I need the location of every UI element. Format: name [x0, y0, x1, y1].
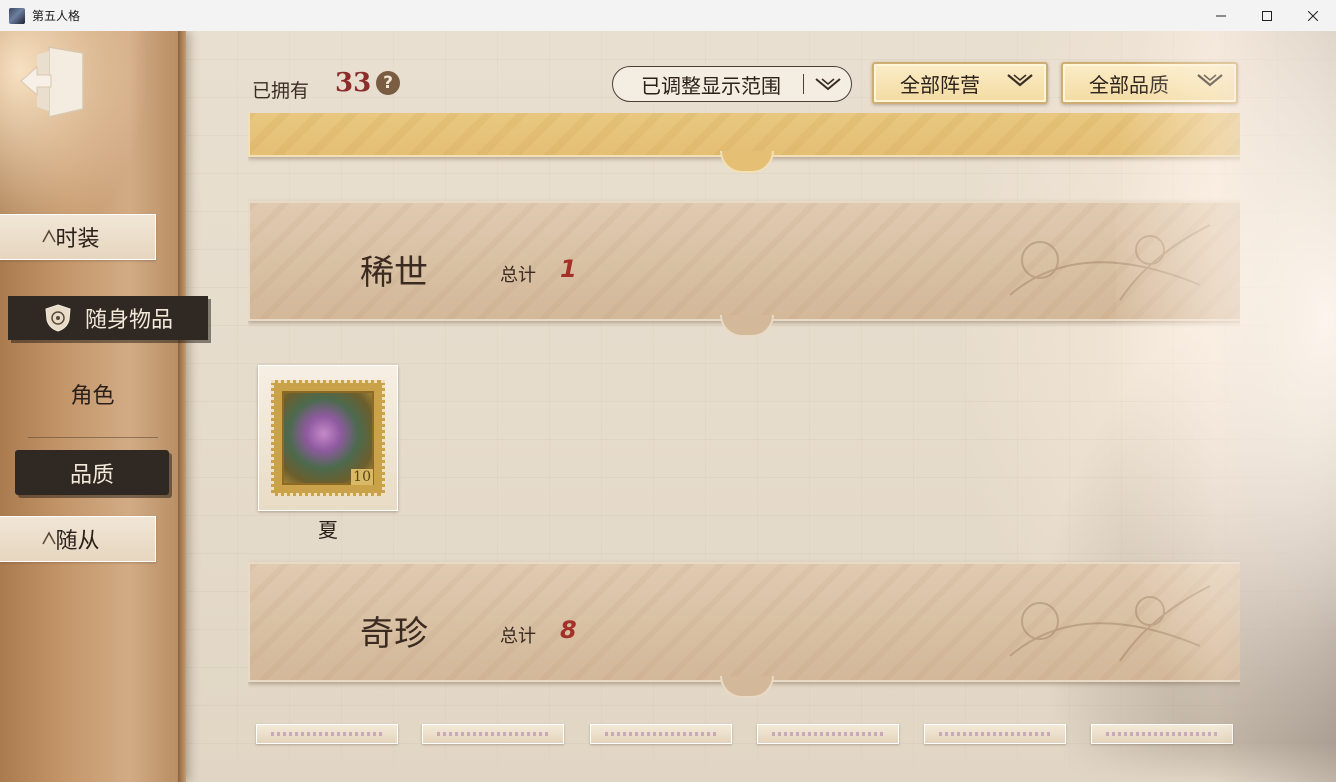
item-card-peek[interactable] — [757, 724, 899, 744]
exit-door-icon — [20, 46, 84, 117]
shield-emblem-icon — [45, 304, 71, 332]
sidebar: 时装 随身物品 角色 品质 随从 — [0, 31, 208, 782]
tab-label: 时装 — [55, 227, 100, 252]
faction-filter-label: 全部阵营 — [900, 72, 980, 97]
minimize-icon — [1216, 15, 1226, 16]
range-filter-dropdown[interactable]: 已调整显示范围 — [612, 66, 852, 102]
faction-filter-dropdown[interactable]: 全部阵营 — [872, 62, 1048, 104]
tab-label: 品质 — [69, 462, 114, 488]
minimize-button[interactable] — [1198, 0, 1244, 31]
help-glyph: ? — [383, 73, 393, 93]
item-card-peek[interactable] — [924, 724, 1066, 744]
section-total-value: 1 — [560, 255, 577, 283]
section-total-label: 总计 — [500, 265, 536, 286]
tab-companions[interactable]: 随从 — [0, 516, 156, 562]
window-controls — [1198, 0, 1336, 31]
item-name: 夏 — [318, 518, 338, 542]
section-total-value: 8 — [560, 616, 577, 644]
tab-outfits[interactable]: 时装 — [0, 214, 156, 260]
range-filter-separator — [803, 74, 804, 94]
tab-label: 随身物品 — [84, 308, 173, 333]
tab-label: 角色 — [70, 384, 115, 409]
section-banner-rare: 稀世 总计 1 — [248, 201, 1240, 337]
tab-accessories[interactable]: 随身物品 — [8, 296, 208, 340]
window-titlebar: 第五人格 — [0, 0, 1336, 32]
range-filter-label: 已调整显示范围 — [641, 73, 781, 98]
stamp-value: 10 — [351, 469, 373, 485]
section-banner-previous — [248, 113, 1240, 173]
section-title: 稀世 — [360, 253, 428, 293]
chevron-down-icon — [815, 78, 841, 91]
sidebar-divider — [28, 437, 158, 438]
back-button[interactable] — [18, 44, 88, 118]
maximize-icon — [1262, 10, 1272, 21]
right-light-glow — [1116, 31, 1336, 782]
tab-role[interactable]: 角色 — [15, 372, 170, 416]
item-card-peek[interactable] — [422, 724, 564, 744]
owned-count: 33 — [335, 68, 372, 98]
section-title: 奇珍 — [360, 614, 428, 654]
caret-up-icon — [42, 531, 56, 545]
window-title: 第五人格 — [32, 9, 81, 23]
item-card-peek[interactable] — [256, 724, 398, 744]
section-total-label: 总计 — [500, 626, 536, 647]
item-card-peek[interactable] — [590, 724, 732, 744]
item-card[interactable]: 10 — [258, 365, 398, 511]
tab-label: 随从 — [55, 529, 100, 554]
game-viewport: 已拥有 33 ? 已调整显示范围 全部阵营 全部品质 稀世 总计 1 — [0, 31, 1336, 782]
caret-up-icon — [42, 229, 56, 243]
help-icon[interactable]: ? — [376, 71, 400, 95]
app-icon — [9, 7, 25, 24]
item-stamp-image: 10 — [271, 380, 385, 496]
sidebar-edge — [178, 31, 186, 782]
close-icon — [1308, 10, 1318, 21]
owned-label: 已拥有 — [252, 80, 310, 102]
chevron-down-icon — [1007, 74, 1033, 87]
tab-quality[interactable]: 品质 — [15, 450, 169, 495]
maximize-button[interactable] — [1244, 0, 1290, 31]
close-button[interactable] — [1290, 0, 1336, 31]
section-banner-treasure: 奇珍 总计 8 — [248, 562, 1240, 698]
